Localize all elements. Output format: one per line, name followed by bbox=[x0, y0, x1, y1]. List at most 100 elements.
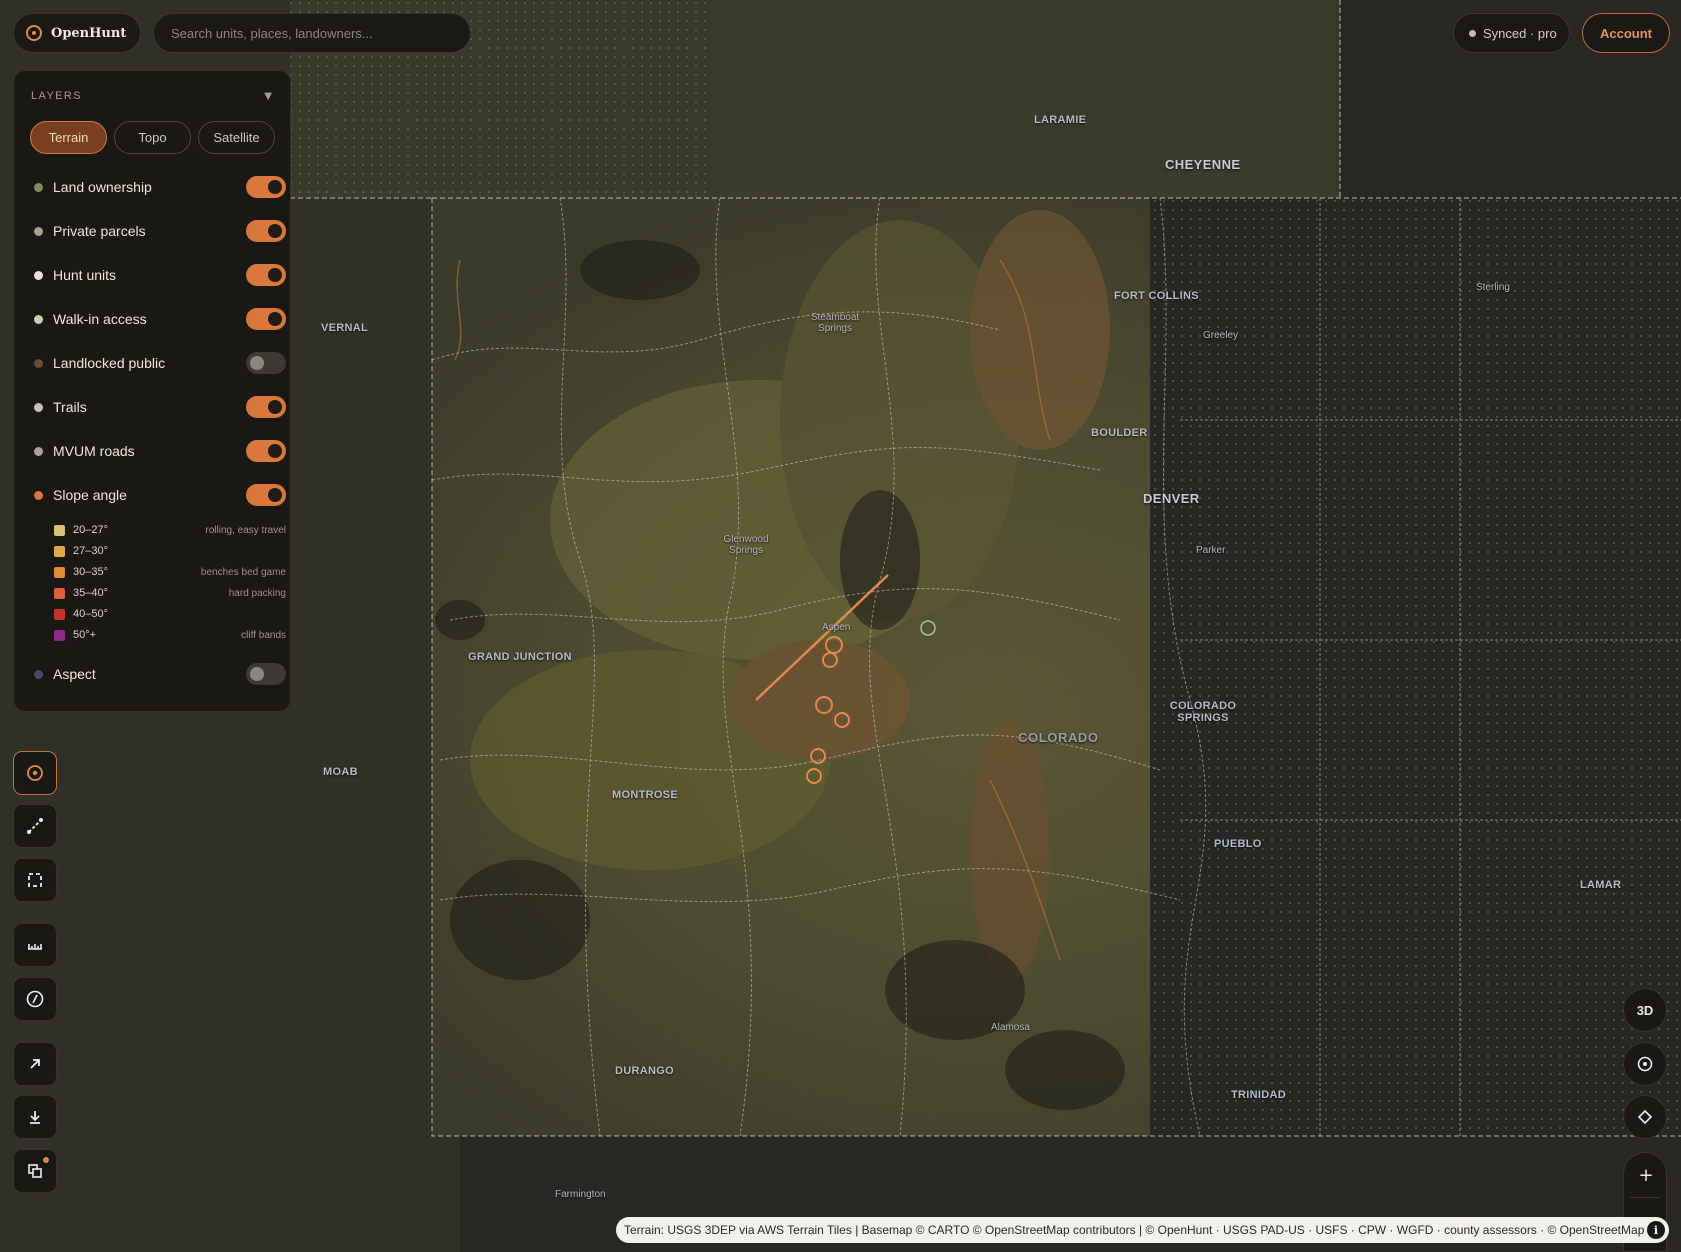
measure-tool-button[interactable] bbox=[13, 923, 57, 967]
layer-toggle[interactable] bbox=[246, 663, 286, 685]
layers-stack-button[interactable] bbox=[13, 1149, 57, 1193]
sync-status-label: Synced · pro bbox=[1483, 25, 1557, 41]
layer-toggle[interactable] bbox=[246, 396, 286, 418]
search-bar[interactable] bbox=[153, 13, 471, 53]
layer-toggle[interactable] bbox=[246, 484, 286, 506]
layer-color-dot bbox=[34, 226, 43, 236]
basemap-topo-button[interactable]: Topo bbox=[114, 121, 191, 154]
layer-label: Walk-in access bbox=[53, 311, 147, 327]
app-logo[interactable]: OpenHunt bbox=[13, 13, 141, 53]
measure-ruler-icon bbox=[28, 944, 42, 950]
app-name: OpenHunt bbox=[51, 25, 127, 41]
legend-swatch bbox=[54, 608, 65, 620]
draw-area-icon bbox=[28, 873, 42, 887]
legend-range: 50°+ bbox=[73, 629, 97, 641]
slope-legend-row: 30–35° benches bed game bbox=[54, 564, 286, 580]
layer-label: Aspect bbox=[53, 666, 96, 682]
recenter-button[interactable] bbox=[1623, 1042, 1667, 1086]
legend-range: 40–50° bbox=[73, 608, 108, 620]
legend-range: 30–35° bbox=[73, 566, 108, 578]
basemap-satellite-button[interactable]: Satellite bbox=[198, 121, 275, 154]
layer-label: MVUM roads bbox=[53, 443, 135, 459]
share-button[interactable] bbox=[13, 1042, 57, 1086]
layer-row-hunt-units[interactable]: Hunt units bbox=[34, 262, 286, 288]
basemap-switcher: Terrain Topo Satellite bbox=[30, 121, 275, 154]
layer-color-dot bbox=[34, 402, 43, 412]
layer-color-dot bbox=[34, 182, 43, 192]
draw-line-icon bbox=[27, 818, 43, 834]
legend-swatch bbox=[54, 587, 65, 599]
north-orient-button[interactable] bbox=[1623, 1095, 1667, 1139]
slope-legend-row: 35–40° hard packing bbox=[54, 585, 286, 601]
legend-swatch bbox=[54, 566, 65, 578]
draw-line-tool-button[interactable] bbox=[13, 804, 57, 848]
layer-color-dot bbox=[34, 446, 43, 456]
layer-toggle[interactable] bbox=[246, 440, 286, 462]
layer-color-dot bbox=[34, 490, 43, 500]
layers-stack-icon bbox=[28, 1164, 42, 1178]
layer-toggle[interactable] bbox=[246, 176, 286, 198]
layer-row-land-ownership[interactable]: Land ownership bbox=[34, 174, 286, 200]
legend-swatch bbox=[54, 545, 65, 557]
layer-toggle[interactable] bbox=[246, 308, 286, 330]
collapse-chevron-icon[interactable]: ▼ bbox=[264, 91, 272, 102]
layer-label: Trails bbox=[53, 399, 87, 415]
layers-panel-title: LAYERS bbox=[31, 90, 82, 102]
legend-range: 27–30° bbox=[73, 545, 108, 557]
layer-row-landlocked-public[interactable]: Landlocked public bbox=[34, 350, 286, 376]
compass-tool-button[interactable] bbox=[13, 977, 57, 1021]
target-logo-icon bbox=[26, 25, 42, 41]
locate-target-icon bbox=[27, 765, 43, 781]
slope-legend-row: 27–30° bbox=[54, 543, 286, 559]
layer-color-dot bbox=[34, 669, 43, 679]
locate-target-icon bbox=[1637, 1056, 1653, 1072]
legend-range: 35–40° bbox=[73, 587, 108, 599]
legend-swatch bbox=[54, 524, 65, 536]
search-input[interactable] bbox=[171, 25, 461, 41]
download-button[interactable] bbox=[13, 1095, 57, 1139]
map-attribution: Terrain: USGS 3DEP via AWS Terrain Tiles… bbox=[616, 1217, 1669, 1243]
account-button[interactable]: Account bbox=[1582, 13, 1670, 53]
layer-label: Slope angle bbox=[53, 487, 127, 503]
basemap-terrain-button[interactable]: Terrain bbox=[30, 121, 107, 154]
legend-note: rolling, easy travel bbox=[205, 524, 286, 536]
notification-badge bbox=[43, 1157, 49, 1163]
layer-color-dot bbox=[34, 270, 43, 280]
share-arrow-icon bbox=[30, 1059, 40, 1069]
sync-status-dot bbox=[1469, 29, 1476, 37]
layer-row-slope-angle[interactable]: Slope angle bbox=[34, 482, 286, 508]
legend-note: hard packing bbox=[228, 587, 286, 599]
slope-legend-row: 50°+ cliff bands bbox=[54, 627, 286, 643]
layer-color-dot bbox=[34, 314, 43, 324]
compass-diamond-icon bbox=[1637, 1109, 1653, 1125]
layer-toggle[interactable] bbox=[246, 220, 286, 242]
compass-icon bbox=[26, 990, 44, 1008]
layer-label: Private parcels bbox=[53, 223, 146, 239]
zoom-in-button[interactable]: + bbox=[1624, 1153, 1668, 1197]
layer-row-aspect[interactable]: Aspect bbox=[34, 661, 286, 687]
legend-range: 20–27° bbox=[73, 524, 108, 536]
slope-legend-row: 40–50° bbox=[54, 606, 286, 622]
layer-label: Landlocked public bbox=[53, 355, 166, 371]
locate-tool-button[interactable] bbox=[13, 751, 57, 795]
layer-color-dot bbox=[34, 358, 43, 368]
layer-row-trails[interactable]: Trails bbox=[34, 394, 286, 420]
layer-row-mvum-roads[interactable]: MVUM roads bbox=[34, 438, 286, 464]
draw-area-tool-button[interactable] bbox=[13, 858, 57, 902]
attribution-text: Terrain: USGS 3DEP via AWS Terrain Tiles… bbox=[624, 1223, 1645, 1237]
download-icon bbox=[30, 1111, 40, 1124]
info-icon[interactable]: i bbox=[1647, 1221, 1665, 1239]
view-3d-button[interactable]: 3D bbox=[1623, 988, 1667, 1032]
layers-panel: LAYERS ▼ Terrain Topo Satellite Land own… bbox=[13, 70, 291, 712]
legend-swatch bbox=[54, 629, 65, 641]
legend-note: cliff bands bbox=[241, 629, 286, 641]
layer-label: Land ownership bbox=[53, 179, 152, 195]
sync-status-pill[interactable]: Synced · pro bbox=[1453, 13, 1570, 53]
layer-row-walk-in-access[interactable]: Walk-in access bbox=[34, 306, 286, 332]
layer-row-private-parcels[interactable]: Private parcels bbox=[34, 218, 286, 244]
layer-label: Hunt units bbox=[53, 267, 117, 283]
layer-toggle[interactable] bbox=[246, 352, 286, 374]
slope-legend-row: 20–27° rolling, easy travel bbox=[54, 522, 286, 538]
layer-toggle[interactable] bbox=[246, 264, 286, 286]
legend-note: benches bed game bbox=[200, 566, 286, 578]
